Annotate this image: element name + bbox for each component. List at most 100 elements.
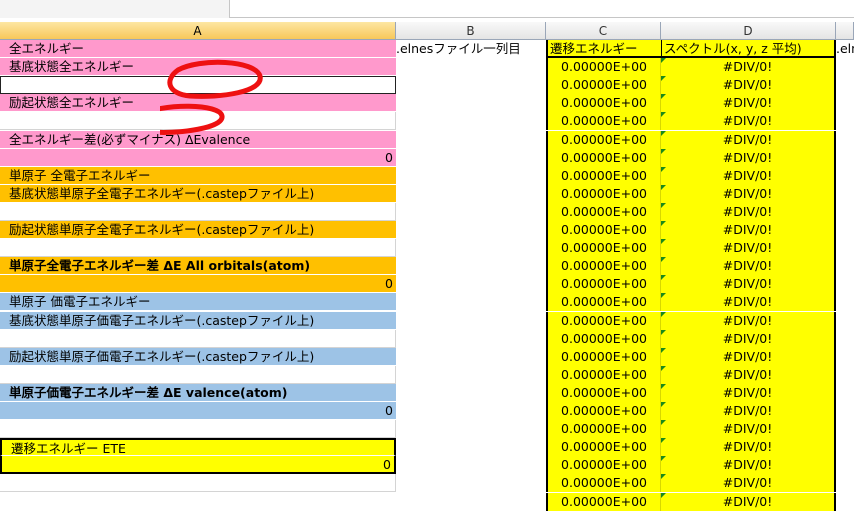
cell-d-text: #DIV/0! [722, 384, 773, 400]
error-indicator-icon [661, 221, 666, 226]
column-header-e[interactable] [836, 22, 854, 40]
cell-c-row-9[interactable]: 0.00000E+00 [546, 184, 661, 203]
column-header-c[interactable]: C [546, 22, 661, 40]
cell-c-row-23[interactable]: 0.00000E+00 [546, 438, 661, 457]
cell-a-row-9[interactable]: 基底状態単原子全電子エネルギー(.castepファイル上) [0, 184, 396, 203]
error-indicator-icon [661, 329, 666, 335]
cell-d-text: #DIV/0! [722, 203, 773, 219]
cell-c-row-22[interactable]: 0.00000E+00 [546, 420, 661, 439]
cell-a-text: 全エネルギー差(必ずマイナス) ΔEvalence [9, 131, 251, 147]
cell-c-row-7[interactable]: 0.00000E+00 [546, 148, 661, 167]
cell-d-row-20[interactable]: #DIV/0! [661, 383, 836, 402]
cell-d-row-15[interactable]: #DIV/0! [661, 293, 836, 312]
cell-b-header[interactable]: .elnesファイル一列目 [396, 40, 546, 58]
cell-d-row-12[interactable]: #DIV/0! [661, 239, 836, 258]
cell-a-row-20[interactable]: 単原子価電子エネルギー差 ΔE valence(atom) [0, 383, 396, 402]
cell-d-row-11[interactable]: #DIV/0! [661, 221, 836, 239]
cell-a-row-1[interactable]: 全エネルギー [0, 40, 396, 58]
cell-c-row-21[interactable]: 0.00000E+00 [546, 402, 661, 420]
cell-c-row-6[interactable]: 0.00000E+00 [546, 130, 661, 149]
cell-c-row-13[interactable]: 0.00000E+00 [546, 257, 661, 276]
cell-d-row-13[interactable]: #DIV/0! [661, 257, 836, 276]
cell-c-row-15[interactable]: 0.00000E+00 [546, 293, 661, 312]
error-indicator-icon [661, 202, 666, 208]
cell-a-row-16[interactable]: 基底状態単原子価電子エネルギー(.castepファイル上) [0, 311, 396, 330]
cell-c-row-3[interactable]: 0.00000E+00 [546, 76, 661, 95]
cell-c-row-24[interactable]: 0.00000E+00 [546, 456, 661, 475]
cell-a-row-8[interactable]: 単原子 全電子エネルギー [0, 166, 396, 185]
cell-d-row-16[interactable]: #DIV/0! [661, 311, 836, 330]
cell-d-row-8[interactable]: #DIV/0! [661, 166, 836, 185]
cell-d-row-18[interactable]: #DIV/0! [661, 347, 836, 366]
cell-e-header[interactable]: .eln [836, 40, 854, 58]
cell-a-row-22[interactable] [0, 420, 396, 439]
cell-d-row-6[interactable]: #DIV/0! [661, 130, 836, 149]
cell-a-row-18[interactable]: 励起状態単原子価電子エネルギー(.castepファイル上) [0, 347, 396, 366]
column-header-a[interactable]: A [0, 22, 396, 40]
cell-d-row-23[interactable]: #DIV/0! [661, 438, 836, 457]
cell-a-row-17[interactable] [0, 329, 396, 348]
cell-d-text: #DIV/0! [722, 258, 773, 274]
error-indicator-icon [661, 365, 666, 371]
cell-a-row-19[interactable] [0, 365, 396, 384]
error-indicator-icon [661, 275, 666, 281]
cell-c-row-10[interactable]: 0.00000E+00 [546, 202, 661, 221]
cell-a-row-24[interactable]: 0 [0, 456, 396, 475]
cell-c-row-20[interactable]: 0.00000E+00 [546, 383, 661, 402]
cell-d-row-3[interactable]: #DIV/0! [661, 76, 836, 95]
cell-d-row-25[interactable]: #DIV/0! [661, 474, 836, 493]
column-header-d[interactable]: D [661, 22, 836, 40]
column-header-b[interactable]: B [396, 22, 546, 40]
cell-c-row-11[interactable]: 0.00000E+00 [546, 221, 661, 239]
cell-c-row-8[interactable]: 0.00000E+00 [546, 166, 661, 185]
cell-d-row-4[interactable]: #DIV/0! [661, 94, 836, 113]
cell-d-row-14[interactable]: #DIV/0! [661, 275, 836, 294]
cell-c-row-26[interactable]: 0.00000E+00 [546, 492, 661, 511]
cell-c-row-25[interactable]: 0.00000E+00 [546, 474, 661, 493]
cell-c-row-5[interactable]: 0.00000E+00 [546, 112, 661, 131]
cell-d-row-24[interactable]: #DIV/0! [661, 456, 836, 475]
cell-a-row-11[interactable]: 励起状態単原子全電子エネルギー(.castepファイル上) [0, 221, 396, 239]
cell-d-row-22[interactable]: #DIV/0! [661, 420, 836, 439]
cell-d-row-26[interactable]: #DIV/0! [661, 492, 836, 511]
cell-d-row-2[interactable]: #DIV/0! [661, 58, 836, 77]
error-indicator-icon [661, 239, 666, 245]
cell-d-text: #DIV/0! [722, 457, 773, 473]
cell-a-row-3[interactable] [0, 76, 396, 95]
cell-d-row-10[interactable]: #DIV/0! [661, 202, 836, 221]
cell-a-row-7[interactable]: 0 [0, 148, 396, 167]
cell-c-row-18[interactable]: 0.00000E+00 [546, 347, 661, 366]
formula-bar[interactable] [0, 0, 854, 18]
cell-d-row-9[interactable]: #DIV/0! [661, 184, 836, 203]
cell-c-row-4[interactable]: 0.00000E+00 [546, 94, 661, 113]
cell-c-row-12[interactable]: 0.00000E+00 [546, 239, 661, 258]
cell-a-row-15[interactable]: 単原子 価電子エネルギー [0, 293, 396, 312]
cell-a-row-2[interactable]: 基底状態全エネルギー [0, 58, 396, 77]
cell-a-row-25[interactable] [0, 474, 396, 493]
cell-d-row-19[interactable]: #DIV/0! [661, 365, 836, 384]
cell-d-row-7[interactable]: #DIV/0! [661, 148, 836, 167]
cell-a-row-10[interactable] [0, 202, 396, 221]
cell-d-text: #DIV/0! [722, 475, 773, 491]
cell-c-row-16[interactable]: 0.00000E+00 [546, 311, 661, 330]
cell-a-row-23[interactable]: 遷移エネルギー ETE [0, 438, 396, 457]
cell-a-row-6[interactable]: 全エネルギー差(必ずマイナス) ΔEvalence [0, 130, 396, 149]
cell-d-row-21[interactable]: #DIV/0! [661, 402, 836, 420]
cell-d-header[interactable]: スペクトル(x, y, z 平均) [661, 40, 836, 58]
cell-a-row-21[interactable]: 0 [0, 402, 396, 420]
cell-a-row-4[interactable]: 励起状態全エネルギー [0, 94, 396, 113]
cell-d-row-5[interactable]: #DIV/0! [661, 112, 836, 131]
cell-c-header[interactable]: 遷移エネルギー [546, 40, 661, 58]
cell-a-row-14[interactable]: 0 [0, 275, 396, 294]
cell-a-row-13[interactable]: 単原子全電子エネルギー差 ΔE All orbitals(atom) [0, 257, 396, 276]
cell-a-row-12[interactable] [0, 239, 396, 258]
cell-c-row-14[interactable]: 0.00000E+00 [546, 275, 661, 294]
error-indicator-icon [661, 383, 666, 389]
cell-c-row-17[interactable]: 0.00000E+00 [546, 329, 661, 348]
cell-a-text: 単原子 全電子エネルギー [9, 167, 151, 183]
cell-c-row-2[interactable]: 0.00000E+00 [546, 58, 661, 77]
cell-d-row-17[interactable]: #DIV/0! [661, 329, 836, 348]
cell-a-row-5[interactable] [0, 112, 396, 131]
cell-c-row-19[interactable]: 0.00000E+00 [546, 365, 661, 384]
name-box[interactable] [0, 0, 230, 18]
